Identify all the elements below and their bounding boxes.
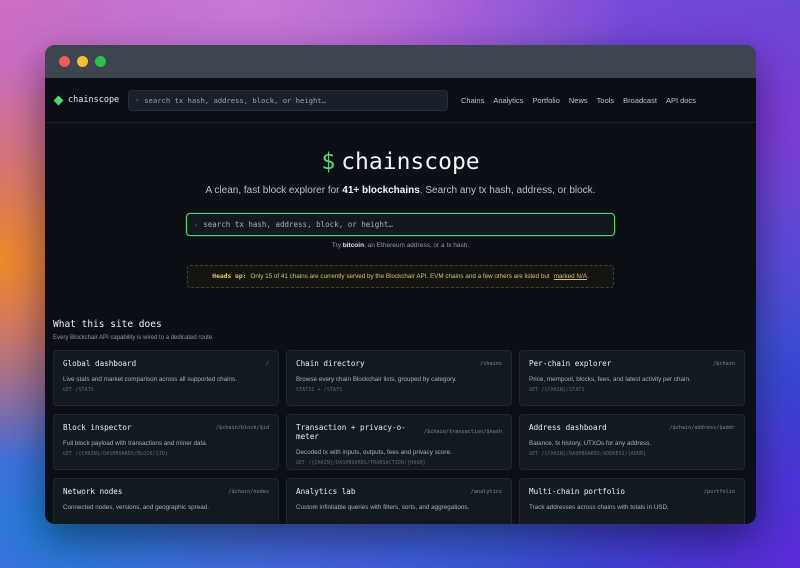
tagline-post: . Search any tx hash, address, or block. [419, 185, 596, 196]
nav-search-placeholder: search tx hash, address, block, or heigh… [144, 95, 326, 105]
notice-text: Only 15 of 41 chains are currently serve… [250, 273, 550, 280]
feature-card-block-inspector[interactable]: Block inspector /$chain/block/$id Full bl… [53, 414, 279, 470]
card-route: /$chain [713, 360, 735, 367]
feature-card-analytics-lab[interactable]: Analytics lab/analytics Custom infinitab… [286, 478, 512, 524]
nav-link-broadcast[interactable]: Broadcast [623, 96, 657, 105]
hint-pre: Try [331, 242, 343, 249]
hero-search-input[interactable]: › search tx hash, address, block, or hei… [186, 213, 615, 236]
feature-card-per-chain-explorer[interactable]: Per-chain explorer /$chain Price, mempool… [519, 350, 745, 406]
feature-card-address-dashboard[interactable]: Address dashboard /$chain/address/$addr B… [519, 414, 745, 470]
card-title: Block inspector [63, 423, 132, 432]
hero-tagline: A clean, fast block explorer for 41+ blo… [45, 185, 756, 196]
feature-grid: Global dashboard / Live stats and market … [53, 350, 748, 524]
hint-post: , an Ethereum address, or a tx hash. [364, 242, 470, 249]
prompt-chevron-icon: › [135, 96, 140, 104]
card-title: Multi-chain portfolio [529, 487, 626, 496]
card-api: GET /{CHAIN}/STATS [529, 388, 585, 393]
logo-diamond-icon [53, 95, 64, 105]
hero-title-text: chainscope [341, 149, 480, 175]
card-title: Network nodes [63, 487, 123, 496]
features-section: What this site does Every Blockchair API… [45, 319, 756, 524]
card-description: Track addresses across chains with total… [529, 504, 669, 511]
feature-card-network-nodes[interactable]: Network nodes /$chain/nodes Connected nod… [53, 478, 279, 524]
feature-card-chain-directory[interactable]: Chain directory/chains Browse every chai… [286, 350, 512, 406]
card-api: GET /STATS [63, 388, 94, 393]
card-route: /$chain/transaction/$hash [423, 429, 502, 435]
card-api: GET /{CHAIN}/DASHBOARDS/ADDRESS/{ADDR} [529, 452, 647, 457]
card-api: GET /{CHAIN}/DASHBOARDS/TRANSACTION/{HAS… [296, 461, 426, 466]
card-route: /$chain/block/$id [215, 424, 269, 431]
close-window-button[interactable] [59, 56, 70, 67]
card-route: /portfolio [703, 488, 735, 495]
notice-label: Heads up: [212, 273, 247, 280]
card-description: Browse every chain Blockchair lists, gro… [296, 376, 457, 383]
tagline-pre: A clean, fast block explorer for [205, 185, 343, 196]
notice-end: . [586, 273, 589, 280]
hint-example-bitcoin[interactable]: bitcoin [343, 242, 364, 249]
card-title: Global dashboard [63, 359, 137, 368]
card-description: Decoded tx with inputs, outputs, fees an… [296, 449, 452, 456]
section-subtitle: Every Blockchair API capability is wired… [53, 335, 214, 341]
brand-link[interactable]: chainscope [53, 95, 128, 105]
card-description: Full block payload with transactions and… [63, 440, 208, 447]
card-route: / [265, 360, 269, 367]
card-title: Transaction + privacy-o-meter [296, 423, 406, 441]
nav-links: Chains Analytics Portfolio News Tools Br… [461, 96, 696, 105]
minimize-window-button[interactable] [77, 56, 88, 67]
window-titlebar [45, 45, 756, 78]
card-api: GET /{CHAIN}/DASHBOARDS/BLOCK/{ID} [63, 452, 168, 457]
card-route: /$chain/address/$addr [669, 424, 735, 431]
card-route: /chains [480, 360, 502, 367]
hero: $ chainscope A clean, fast block explorer… [45, 149, 756, 288]
top-nav: chainscope › search tx hash, address, bl… [45, 78, 756, 123]
nav-link-news[interactable]: News [569, 96, 588, 105]
hero-search-placeholder: search tx hash, address, block, or heigh… [203, 220, 393, 229]
nav-search-input[interactable]: › search tx hash, address, block, or hei… [128, 89, 448, 111]
feature-card-portfolio[interactable]: Multi-chain portfolio/portfolio Track ad… [519, 478, 745, 524]
card-description: Price, mempool, blocks, fees, and latest… [529, 376, 691, 383]
nav-link-chains[interactable]: Chains [461, 96, 484, 105]
hero-title: $ chainscope [45, 149, 756, 175]
prompt-chevron-icon: › [194, 220, 199, 229]
nav-link-tools[interactable]: Tools [597, 96, 615, 105]
card-description: Connected nodes, versions, and geographi… [63, 504, 209, 511]
notice-link-na[interactable]: marked N/A [554, 273, 587, 280]
feature-card-global-dashboard[interactable]: Global dashboard / Live stats and market … [53, 350, 279, 406]
search-hint: Try bitcoin, an Ethereum address, or a t… [45, 242, 756, 249]
card-api: STATIC + /STATS [296, 388, 343, 393]
heads-up-notice: Heads up: Only 15 of 41 chains are curre… [187, 265, 614, 288]
card-description: Custom infinitable queries with filters,… [296, 504, 470, 511]
nav-link-api-docs[interactable]: API docs [666, 96, 696, 105]
card-route: /$chain/nodes [228, 488, 269, 495]
nav-link-analytics[interactable]: Analytics [493, 96, 523, 105]
browser-window: chainscope › search tx hash, address, bl… [45, 45, 756, 524]
tagline-chain-count: 41+ blockchains [342, 185, 420, 196]
card-description: Balance, tx history, UTXOs for any addre… [529, 440, 652, 447]
card-title: Address dashboard [529, 423, 607, 432]
card-description: Live stats and market comparison across … [63, 376, 237, 383]
hero-prompt: $ [321, 149, 336, 175]
card-route: /analytics [470, 488, 502, 495]
card-title: Per-chain explorer [529, 359, 612, 368]
section-title: What this site does [53, 319, 162, 330]
maximize-window-button[interactable] [95, 56, 106, 67]
card-title: Chain directory [296, 359, 365, 368]
brand-name: chainscope [68, 95, 120, 105]
nav-link-portfolio[interactable]: Portfolio [532, 96, 560, 105]
feature-card-transaction[interactable]: Transaction + privacy-o-meter /$chain/tra… [286, 414, 512, 470]
card-title: Analytics lab [296, 487, 356, 496]
